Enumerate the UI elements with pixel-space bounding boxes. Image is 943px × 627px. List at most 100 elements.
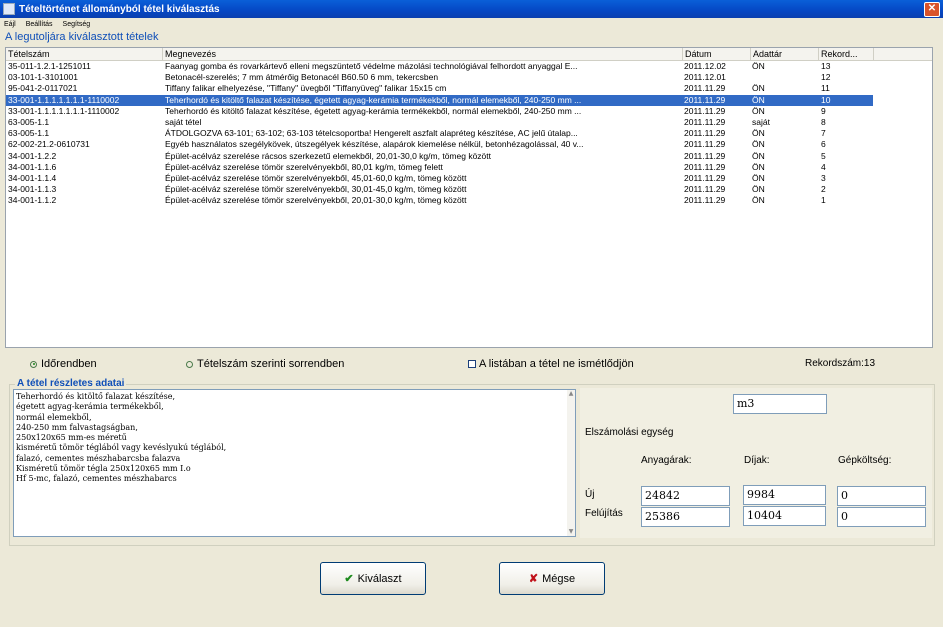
table-row[interactable]: 62-002-21.2-0610731 Egyéb használatos sze…: [6, 139, 873, 150]
cell-date: 2011.11.29: [684, 139, 726, 150]
sort-by-number-radio[interactable]: Tételszám szerinti sorrendben: [186, 358, 344, 370]
select-button-label: Kiválaszt: [357, 572, 402, 585]
table-row[interactable]: 34-001-1.1.2 Épület-acélváz szerelése töm…: [6, 195, 873, 206]
cell-repository: ÖN: [752, 150, 765, 161]
cell-item-number: 34-001-1.1.3: [8, 184, 57, 195]
cancel-button[interactable]: ✘ Mégse: [499, 562, 605, 595]
cell-item-number: 95-041-2-0117021: [8, 83, 78, 94]
cell-record: 5: [821, 150, 826, 161]
table-row[interactable]: 33-001-1.1.1.1.1.1.1-1110002 Teherhordó é…: [6, 106, 873, 117]
new-material-field[interactable]: 24842: [641, 486, 730, 506]
cell-repository: ÖN: [752, 61, 765, 71]
details-text-line: 240-250 mm falvastagságban,: [16, 422, 138, 432]
cell-item-number: 34-001-1.1.2: [8, 195, 57, 206]
table-row[interactable]: 34-001-1.1.4 Épület-acélváz szerelése töm…: [6, 173, 873, 184]
no-repeat-checkbox[interactable]: A listában a tétel ne ismétlődjön: [468, 358, 634, 370]
memo-scrollbar[interactable]: ▲ ▼: [567, 390, 575, 536]
cell-repository: ÖN: [752, 195, 765, 206]
cell-name: Tiffany falikar elhelyezése, "Tiffany" ü…: [165, 83, 447, 94]
cell-name: Épület-acélváz szerelése rácsos szerkeze…: [165, 150, 491, 161]
table-row[interactable]: 03-101-1-3101001 Betonacél-szerelés; 7 mm…: [6, 72, 873, 83]
table-row[interactable]: 34-001-1.1.6 Épület-acélváz szerelése töm…: [6, 162, 873, 173]
cell-record: 9: [821, 105, 826, 116]
menu-file[interactable]: Eájl: [4, 21, 16, 28]
column-header-name[interactable]: Megnevezés: [163, 48, 683, 60]
cell-name: Egyéb használatos szegélykövek, útszegél…: [165, 139, 584, 150]
renovation-material-field[interactable]: 25386: [641, 507, 730, 527]
details-text-line: normál elemekből,: [16, 412, 92, 422]
cell-date: 2011.11.29: [684, 83, 726, 94]
table-row[interactable]: 33-001-1.1.1.1.1.1.1-1110002 Teherhordó é…: [6, 94, 873, 106]
details-text-line: Teherhordó és kitöltő falazat készítése,: [16, 392, 175, 401]
cell-repository: ÖN: [752, 173, 765, 183]
cell-repository: ÖN: [752, 184, 765, 195]
cell-name: Betonacél-szerelés; 7 mm átmérőig Betona…: [165, 72, 439, 83]
recent-items-list[interactable]: Tételszám Megnevezés Dátum Adattár Rekor…: [5, 47, 933, 348]
no-repeat-label: A listában a tétel ne ismétlődjön: [479, 358, 634, 370]
radio-indicator: [30, 360, 37, 368]
record-count: Rekordszám:13: [805, 358, 876, 369]
table-row[interactable]: 35-011-1.2.1-1251011 Faanyag gomba és rov…: [6, 61, 873, 72]
cell-record: 8: [821, 117, 826, 127]
cell-date: 2011.11.29: [684, 195, 726, 206]
cell-name: saját tétel: [165, 117, 202, 127]
new-machine-field[interactable]: 0: [837, 486, 926, 506]
cell-record: 12: [821, 72, 831, 83]
cancel-button-label: Mégse: [542, 572, 576, 585]
cell-record: 6: [821, 139, 826, 150]
cell-item-number: 34-001-1.1.6: [8, 161, 57, 172]
cell-record: 1: [821, 195, 826, 206]
window-title: Tételtörténet állományból tétel kiválasz…: [19, 3, 220, 15]
renovation-fees-field[interactable]: 10404: [743, 506, 826, 526]
cell-repository: ÖN: [752, 94, 765, 105]
menu-settings[interactable]: Beállítás: [26, 21, 53, 28]
list-title: A legutoljára kiválasztott tételek: [5, 31, 159, 43]
cell-name: Teherhordó és kitöltő falazat készítése,…: [165, 94, 582, 105]
table-row[interactable]: 63-005-1.1 ÁTDOLGOZVA 63-101; 63-102; 63-…: [6, 128, 873, 139]
table-row[interactable]: 95-041-2-0117021 Tiffany falikar elhelyez…: [6, 83, 873, 94]
cell-record: 10: [821, 94, 831, 105]
cell-repository: ÖN: [752, 105, 765, 116]
table-row[interactable]: 34-001-1.1.3 Épület-acélváz szerelése töm…: [6, 184, 873, 195]
new-fees-field[interactable]: 9984: [743, 485, 826, 505]
cell-name: Faanyag gomba és rovarkártevő elleni meg…: [165, 61, 578, 71]
sort-by-number-label: Tételszám szerinti sorrendben: [197, 358, 345, 370]
table-row[interactable]: 34-001-1.2.2 Épület-acélváz szerelése rác…: [6, 151, 873, 162]
cell-record: 7: [821, 128, 826, 139]
fees-header: Díjak:: [744, 455, 770, 466]
column-header-date[interactable]: Dátum: [683, 48, 751, 60]
cell-repository: ÖN: [752, 161, 765, 172]
cell-item-number: 62-002-21.2-0610731: [8, 139, 90, 150]
close-button[interactable]: ✕: [924, 2, 940, 17]
menu-help[interactable]: Segítség: [63, 21, 91, 28]
cell-name: Épület-acélváz szerelése tömör szerelvén…: [165, 184, 467, 195]
sort-chronological-radio[interactable]: Időrendben: [30, 358, 97, 370]
scroll-up-icon[interactable]: ▲: [568, 390, 574, 398]
title-bar: Tételtörténet állományból tétel kiválasz…: [0, 0, 943, 18]
cell-date: 2011.11.29: [684, 94, 726, 105]
app-icon: [3, 3, 15, 15]
cell-date: 2011.11.29: [684, 184, 726, 195]
renovation-machine-field[interactable]: 0: [837, 507, 926, 527]
cell-date: 2011.11.29: [684, 150, 726, 161]
cell-name: ÁTDOLGOZVA 63-101; 63-102; 63-103 tételc…: [165, 128, 578, 139]
cell-record: 2: [821, 184, 826, 195]
column-header-record[interactable]: Rekord...: [819, 48, 874, 60]
column-header-repository[interactable]: Adattár: [751, 48, 819, 60]
cell-date: 2011.11.29: [684, 128, 726, 139]
table-row[interactable]: 63-005-1.1 saját tétel 2011.11.29 saját 8: [6, 117, 873, 128]
unit-field[interactable]: m3: [733, 394, 827, 414]
cell-item-number: 34-001-1.1.4: [8, 173, 57, 183]
cell-record: 11: [821, 83, 830, 94]
cell-item-number: 03-101-1-3101001: [8, 72, 78, 83]
cell-item-number: 63-005-1.1: [8, 117, 50, 127]
details-text-area[interactable]: Teherhordó és kitöltő falazat készítése,…: [13, 389, 576, 537]
cell-repository: saját: [752, 117, 770, 127]
scroll-down-icon[interactable]: ▼: [568, 528, 574, 536]
checkmark-icon: ✔: [344, 573, 354, 585]
cell-item-number: 63-005-1.1: [8, 128, 50, 139]
cell-item-number: 33-001-1.1.1.1.1.1.1-1110002: [8, 105, 120, 116]
column-header-item-number[interactable]: Tételszám: [6, 48, 163, 60]
select-button[interactable]: ✔ Kiválaszt: [320, 562, 426, 595]
list-header: Tételszám Megnevezés Dátum Adattár Rekor…: [6, 48, 932, 61]
